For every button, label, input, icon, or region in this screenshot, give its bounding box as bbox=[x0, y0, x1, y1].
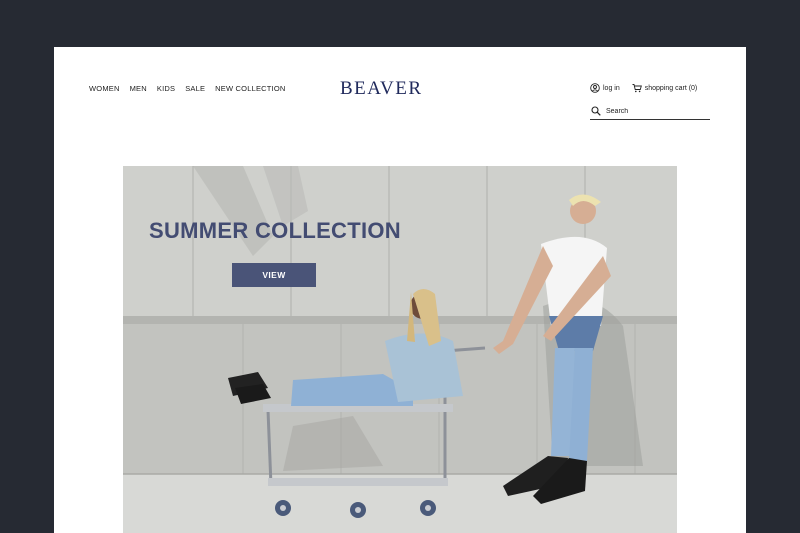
search-input[interactable] bbox=[606, 107, 701, 115]
view-button[interactable]: VIEW bbox=[232, 263, 316, 287]
cart-label: shopping cart (0) bbox=[644, 84, 698, 92]
nav-item-women[interactable]: WOMEN bbox=[89, 84, 120, 93]
user-icon bbox=[590, 83, 600, 93]
nav-item-new-collection[interactable]: NEW COLLECTION bbox=[215, 84, 285, 93]
login-link[interactable]: log in bbox=[590, 83, 620, 93]
brand-logo[interactable]: BEAVER bbox=[340, 78, 423, 100]
main-nav: WOMEN MEN KIDS SALE NEW COLLECTION bbox=[89, 84, 285, 93]
cart-icon bbox=[632, 83, 642, 93]
account-links: log in shopping cart (0) bbox=[590, 83, 697, 93]
search-bar bbox=[590, 103, 710, 120]
nav-item-kids[interactable]: KIDS bbox=[157, 84, 175, 93]
hero-title: SUMMER COLLECTION bbox=[149, 218, 401, 243]
nav-item-sale[interactable]: SALE bbox=[185, 84, 205, 93]
nav-item-men[interactable]: MEN bbox=[130, 84, 147, 93]
cart-link[interactable]: shopping cart (0) bbox=[632, 83, 698, 93]
hero-banner: SUMMER COLLECTION VIEW bbox=[123, 166, 677, 533]
login-label: log in bbox=[603, 84, 620, 92]
search-icon[interactable] bbox=[591, 106, 601, 116]
storefront-page: WOMEN MEN KIDS SALE NEW COLLECTION BEAVE… bbox=[54, 47, 746, 533]
